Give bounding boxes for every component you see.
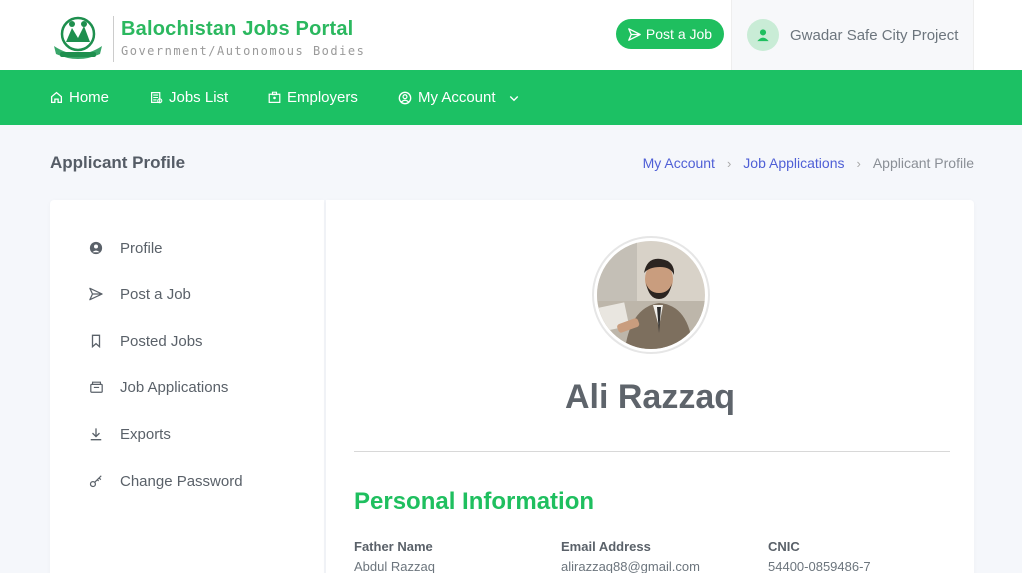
- sidebar-item-profile[interactable]: Profile: [88, 236, 163, 260]
- user-icon: [757, 29, 769, 42]
- account-sidebar: Profile Post a Job Posted Jobs Job Appli…: [50, 200, 324, 573]
- chevron-right-icon: ›: [726, 155, 732, 171]
- breadcrumb: My Account › Job Applications › Applican…: [643, 155, 974, 171]
- balochistan-logo[interactable]: [50, 14, 106, 62]
- nav-label: Employers: [287, 89, 358, 106]
- breadcrumb-my-account[interactable]: My Account: [643, 155, 715, 171]
- bookmark-icon: [88, 333, 104, 349]
- nav-item-employers[interactable]: Employers: [268, 70, 358, 125]
- section-divider: [354, 451, 950, 452]
- field-label: Email Address: [561, 539, 651, 554]
- sidebar-item-change-password[interactable]: Change Password: [88, 469, 243, 493]
- chevron-down-icon: [509, 95, 518, 101]
- chevron-right-icon: ›: [856, 155, 861, 171]
- portal-subtitle: Government/Autonomous Bodies: [121, 44, 366, 58]
- account-icon: [398, 91, 412, 104]
- sidebar-item-label: Job Applications: [120, 378, 229, 396]
- jobs-list-icon: [151, 92, 163, 104]
- field-label: CNIC: [768, 539, 800, 554]
- sidebar-item-exports[interactable]: Exports: [88, 422, 171, 446]
- applications-icon: [88, 379, 104, 395]
- download-icon: [88, 426, 104, 442]
- applicant-profile-card: Ali Razzaq Personal Information Father N…: [326, 200, 974, 573]
- nav-label: Jobs List: [169, 89, 229, 106]
- sidebar-item-label: Exports: [120, 425, 171, 443]
- nav-label: Home: [69, 89, 110, 106]
- personal-info-heading: Personal Information: [354, 488, 595, 515]
- nav-item-my-account[interactable]: My Account: [398, 70, 520, 125]
- sidebar-item-label: Posted Jobs: [120, 332, 203, 350]
- sidebar-item-label: Post a Job: [120, 285, 191, 303]
- main-nav: Home Jobs List Employers My Account: [0, 70, 1022, 125]
- sidebar-item-post-a-job[interactable]: Post a Job: [88, 282, 191, 306]
- field-value[interactable]: alirazzaq88@gmail.com: [561, 559, 700, 573]
- father-name-field: Father Name Abdul Razzaq: [354, 539, 435, 573]
- send-icon: [628, 27, 641, 41]
- sidebar-item-label: Profile: [120, 239, 163, 257]
- user-circle-icon: [88, 240, 104, 256]
- profile-photo: [597, 241, 705, 349]
- field-label: Father Name: [354, 539, 433, 554]
- profile-photo-frame: [592, 236, 710, 354]
- top-header: Balochistan Jobs Portal Government/Auton…: [0, 0, 1022, 70]
- employers-icon: [268, 91, 281, 103]
- portal-title[interactable]: Balochistan Jobs Portal: [121, 18, 353, 41]
- user-name: Gwadar Safe City Project: [790, 26, 959, 44]
- cnic-field: CNIC 54400-0859486-7: [768, 539, 871, 573]
- breadcrumb-job-applications[interactable]: Job Applications: [743, 155, 844, 171]
- post-job-label: Post a Job: [645, 26, 713, 42]
- logo-divider: [113, 16, 114, 62]
- key-icon: [88, 473, 104, 489]
- sidebar-item-label: Change Password: [120, 472, 243, 490]
- applicant-name: Ali Razzaq: [564, 378, 736, 416]
- field-value: Abdul Razzaq: [354, 559, 435, 573]
- avatar: [747, 19, 779, 51]
- user-menu[interactable]: Gwadar Safe City Project: [731, 0, 974, 70]
- email-field: Email Address alirazzaq88@gmail.com: [561, 539, 700, 573]
- page-title: Applicant Profile: [50, 153, 186, 172]
- post-job-button[interactable]: Post a Job: [616, 19, 724, 49]
- nav-item-jobs-list[interactable]: Jobs List: [150, 70, 228, 125]
- home-icon: [50, 91, 63, 104]
- sidebar-item-job-applications[interactable]: Job Applications: [88, 375, 228, 399]
- nav-label: My Account: [418, 89, 496, 106]
- field-value: 54400-0859486-7: [768, 559, 871, 573]
- sidebar-item-posted-jobs[interactable]: Posted Jobs: [88, 329, 203, 353]
- nav-item-home[interactable]: Home: [50, 70, 109, 125]
- send-icon: [88, 286, 104, 302]
- breadcrumb-current: Applicant Profile: [872, 155, 974, 171]
